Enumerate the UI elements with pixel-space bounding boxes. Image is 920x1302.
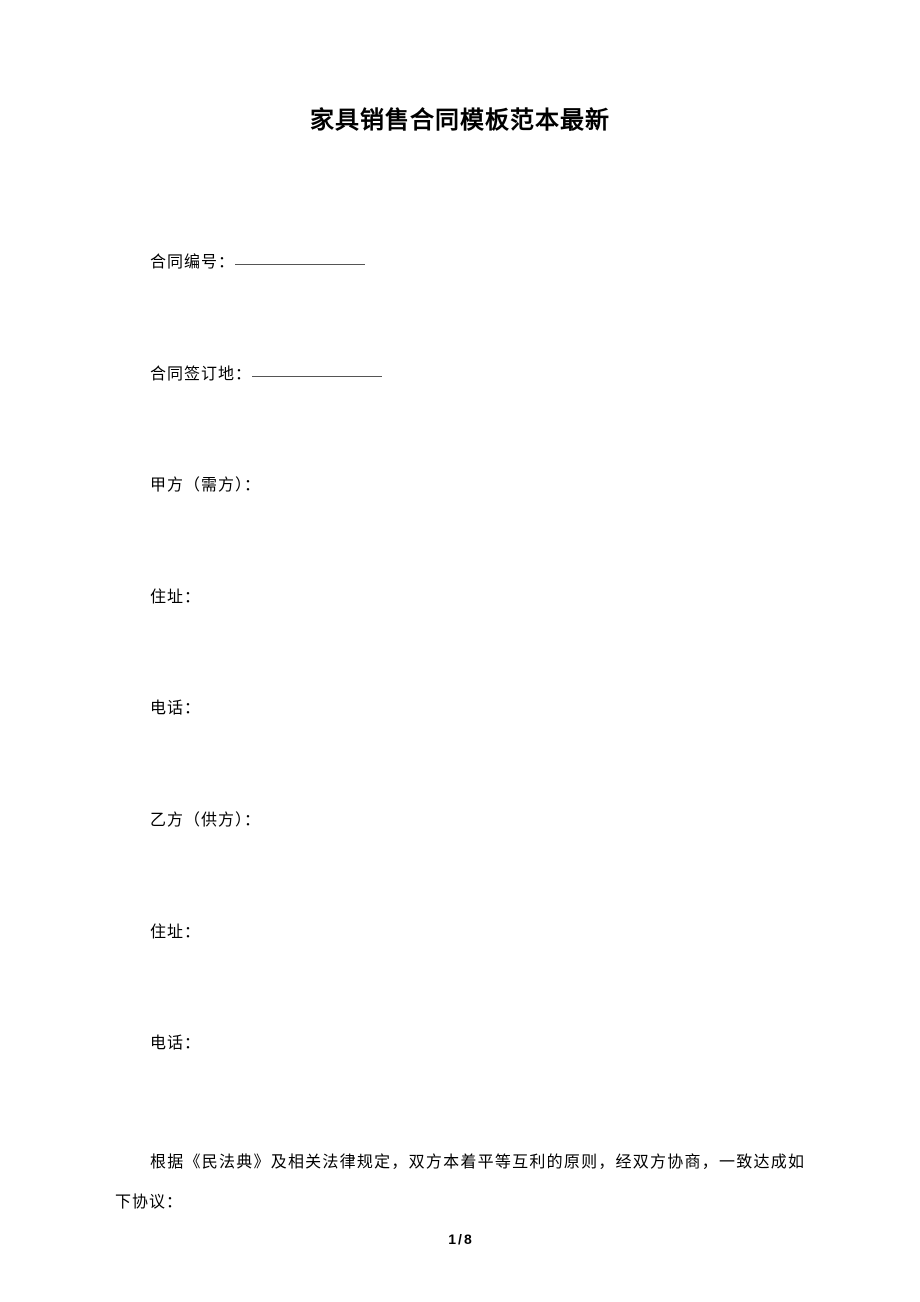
contract-location-blank	[252, 361, 382, 377]
address-a-field: 住址：	[150, 585, 805, 611]
contract-number-label: 合同编号：	[150, 254, 235, 271]
phone-b-label: 电话：	[150, 1035, 201, 1052]
party-b-field: 乙方（供方）：	[150, 808, 805, 834]
page-separator: /	[458, 1231, 462, 1247]
party-a-label: 甲方（需方）：	[150, 477, 261, 494]
phone-a-field: 电话：	[150, 696, 805, 722]
phone-a-label: 电话：	[150, 700, 201, 717]
contract-location-label: 合同签订地：	[150, 366, 252, 383]
body-paragraph: 根据《民法典》及相关法律规定，双方本着平等互利的原则，经双方协商，一致达成如下协…	[115, 1143, 805, 1223]
phone-b-field: 电话：	[150, 1031, 805, 1057]
page-number: 1/8	[0, 1231, 920, 1247]
document-title: 家具销售合同模板范本最新	[115, 100, 805, 135]
address-b-field: 住址：	[150, 920, 805, 946]
address-b-label: 住址：	[150, 924, 201, 941]
contract-number-blank	[235, 249, 365, 265]
contract-number-field: 合同编号：	[150, 250, 805, 276]
party-b-label: 乙方（供方）：	[150, 812, 261, 829]
document-page: 家具销售合同模板范本最新 合同编号： 合同签订地： 甲方（需方）： 住址： 电话…	[0, 0, 920, 1302]
page-current: 1	[448, 1231, 456, 1247]
party-a-field: 甲方（需方）：	[150, 473, 805, 499]
contract-location-field: 合同签订地：	[150, 362, 805, 388]
address-a-label: 住址：	[150, 589, 201, 606]
page-total: 8	[464, 1231, 472, 1247]
